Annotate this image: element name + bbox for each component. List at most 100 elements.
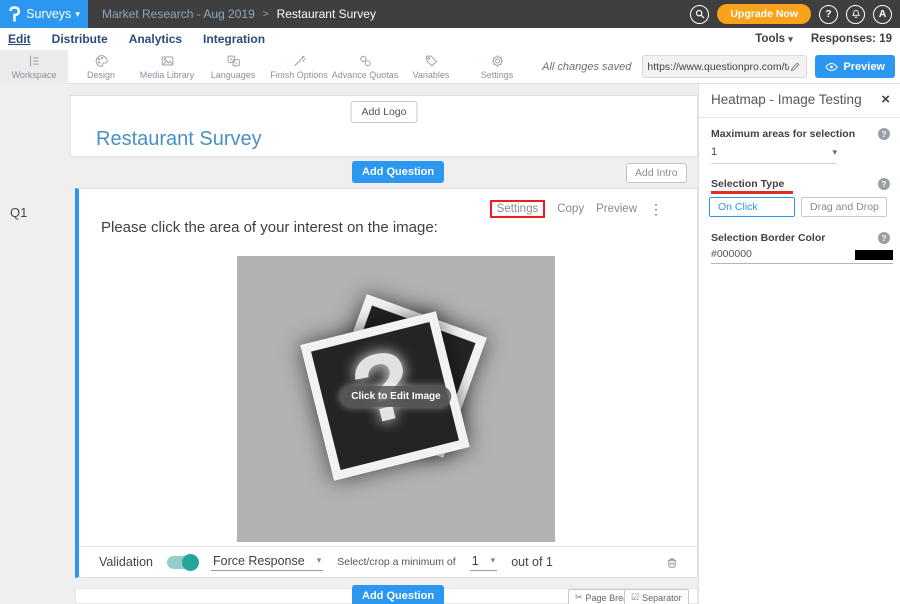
quotas-links-icon <box>357 53 374 69</box>
toolbar-media-library[interactable]: Media Library <box>134 50 200 84</box>
panel-title-row: Heatmap - Image Testing × <box>711 92 890 107</box>
breadcrumb-separator: > <box>263 9 269 20</box>
nav-tab-analytics[interactable]: Analytics <box>129 32 182 46</box>
border-color-row: Selection Border Color ? <box>711 232 890 244</box>
border-color-swatch[interactable] <box>855 250 893 260</box>
svg-text:a: a <box>229 58 232 63</box>
border-color-input-row: #000000 <box>711 248 893 264</box>
checkbox-icon: ☑ <box>631 592 639 603</box>
add-intro-button[interactable]: Add Intro <box>626 163 687 183</box>
questionpro-survey-editor: Surveys ▾ Market Research - Aug 2019 > R… <box>0 0 900 604</box>
selection-type-row: Selection Type ? <box>711 178 890 190</box>
red-annotation-underline <box>711 191 793 194</box>
editor-toolbar: Workspace Design Media Library aA Langua… <box>0 50 900 84</box>
responses-count[interactable]: Responses: 19 <box>811 33 892 45</box>
validation-rule-select[interactable]: Force Response▾ <box>211 554 323 571</box>
question-preview-button[interactable]: Preview <box>596 203 637 215</box>
panel-title: Heatmap - Image Testing <box>711 92 862 107</box>
toolbar-languages[interactable]: aA Languages <box>200 50 266 84</box>
tools-menu[interactable]: Tools ▾ <box>755 33 793 45</box>
workspace-icon <box>26 53 43 69</box>
max-areas-select[interactable]: 1 ▾ <box>711 146 837 164</box>
section-nav: Edit Distribute Analytics Integration To… <box>0 28 900 50</box>
help-icon[interactable]: ? <box>878 232 890 244</box>
delete-question-trash-icon[interactable] <box>665 555 679 570</box>
magic-wand-icon <box>291 53 308 69</box>
avatar[interactable]: A <box>873 5 892 24</box>
search-icon[interactable] <box>690 5 709 24</box>
nav-tab-edit[interactable]: Edit <box>8 32 31 46</box>
surveys-menu-label: Surveys <box>26 7 71 21</box>
nav-right: Tools ▾ Responses: 19 <box>755 33 900 45</box>
minimum-select-label: Select/crop a minimum of <box>337 556 455 568</box>
separator-button[interactable]: ☑Separator <box>624 589 689 604</box>
breadcrumb: Market Research - Aug 2019 > Restaurant … <box>102 7 376 21</box>
chevron-down-icon: ▾ <box>832 147 837 158</box>
validation-label: Validation <box>99 555 153 569</box>
survey-url-input[interactable] <box>647 61 789 73</box>
breadcrumb-survey-name: Restaurant Survey <box>277 7 376 21</box>
selection-type-label: Selection Type <box>711 178 784 190</box>
survey-title[interactable]: Restaurant Survey <box>96 128 262 151</box>
question-settings-panel: Heatmap - Image Testing × Maximum areas … <box>698 84 900 604</box>
out-of-label: out of 1 <box>511 555 553 569</box>
close-icon[interactable]: × <box>881 92 890 107</box>
toolbar-settings[interactable]: Settings <box>464 50 530 84</box>
help-icon[interactable]: ? <box>878 178 890 190</box>
nav-tab-distribute[interactable]: Distribute <box>52 32 108 46</box>
notifications-bell-icon[interactable] <box>846 5 865 24</box>
scissors-icon: ✂ <box>575 592 583 603</box>
nav-tab-integration[interactable]: Integration <box>203 32 265 46</box>
chevron-down-icon: ▾ <box>788 34 793 44</box>
chevron-down-icon: ▾ <box>317 555 322 566</box>
upgrade-now-button[interactable]: Upgrade Now <box>717 4 811 24</box>
kebab-menu-icon[interactable]: ⋮ <box>649 202 663 216</box>
preview-button[interactable]: Preview <box>815 55 895 78</box>
add-question-button-bottom[interactable]: Add Question <box>352 585 444 604</box>
help-icon[interactable]: ? <box>819 5 838 24</box>
edit-pencil-icon[interactable] <box>789 60 802 73</box>
heatmap-image-placeholder[interactable]: ? Click to Edit Image <box>237 256 555 542</box>
breadcrumb-folder[interactable]: Market Research - Aug 2019 <box>102 7 255 21</box>
topbar-actions: Upgrade Now ? A <box>690 4 900 24</box>
toolbar-finish-options[interactable]: Finish Options <box>266 50 332 84</box>
click-to-edit-image-button[interactable]: Click to Edit Image <box>340 386 451 407</box>
survey-header-card: Add Logo Restaurant Survey <box>70 95 698 157</box>
toolbar-variables[interactable]: Variables <box>398 50 464 84</box>
help-icon[interactable]: ? <box>878 128 890 140</box>
media-image-icon <box>159 53 176 69</box>
question-copy-button[interactable]: Copy <box>557 203 584 215</box>
eye-icon <box>825 62 838 72</box>
question-footer: Validation Force Response▾ Select/crop a… <box>79 546 697 577</box>
survey-url-box <box>642 55 807 78</box>
selection-type-drag-drop-button[interactable]: Drag and Drop <box>801 197 887 217</box>
max-areas-label: Maximum areas for selection <box>711 128 855 140</box>
question-card: Settings Copy Preview ⋮ Please click the… <box>75 188 698 578</box>
question-number: Q1 <box>10 205 27 220</box>
validation-toggle[interactable] <box>167 556 197 569</box>
toolbar-right: All changes saved Preview <box>542 55 900 78</box>
languages-icon: aA <box>225 53 242 69</box>
questionpro-logo-icon <box>8 6 21 23</box>
chevron-down-icon: ▾ <box>75 9 80 20</box>
nav-links: Edit Distribute Analytics Integration <box>0 32 265 46</box>
panel-divider <box>699 117 900 118</box>
add-logo-button[interactable]: Add Logo <box>351 101 418 123</box>
toolbar-advance-quotas[interactable]: Advance Quotas <box>332 50 398 84</box>
question-settings-button[interactable]: Settings <box>490 200 546 218</box>
chevron-down-icon: ▾ <box>491 555 496 566</box>
question-text[interactable]: Please click the area of your interest o… <box>101 219 438 236</box>
save-status: All changes saved <box>542 61 631 73</box>
gear-icon <box>489 53 506 69</box>
toolbar-workspace[interactable]: Workspace <box>0 50 68 84</box>
border-color-value[interactable]: #000000 <box>711 248 752 260</box>
minimum-value-select[interactable]: 1▾ <box>470 554 497 571</box>
max-areas-row: Maximum areas for selection ? <box>711 128 890 140</box>
toolbar-design[interactable]: Design <box>68 50 134 84</box>
tag-icon <box>423 53 440 69</box>
design-palette-icon <box>93 53 110 69</box>
topbar: Surveys ▾ Market Research - Aug 2019 > R… <box>0 0 900 28</box>
surveys-menu[interactable]: Surveys ▾ <box>0 0 88 28</box>
add-question-button-top[interactable]: Add Question <box>352 161 444 183</box>
selection-type-on-click-button[interactable]: On Click <box>709 197 795 217</box>
